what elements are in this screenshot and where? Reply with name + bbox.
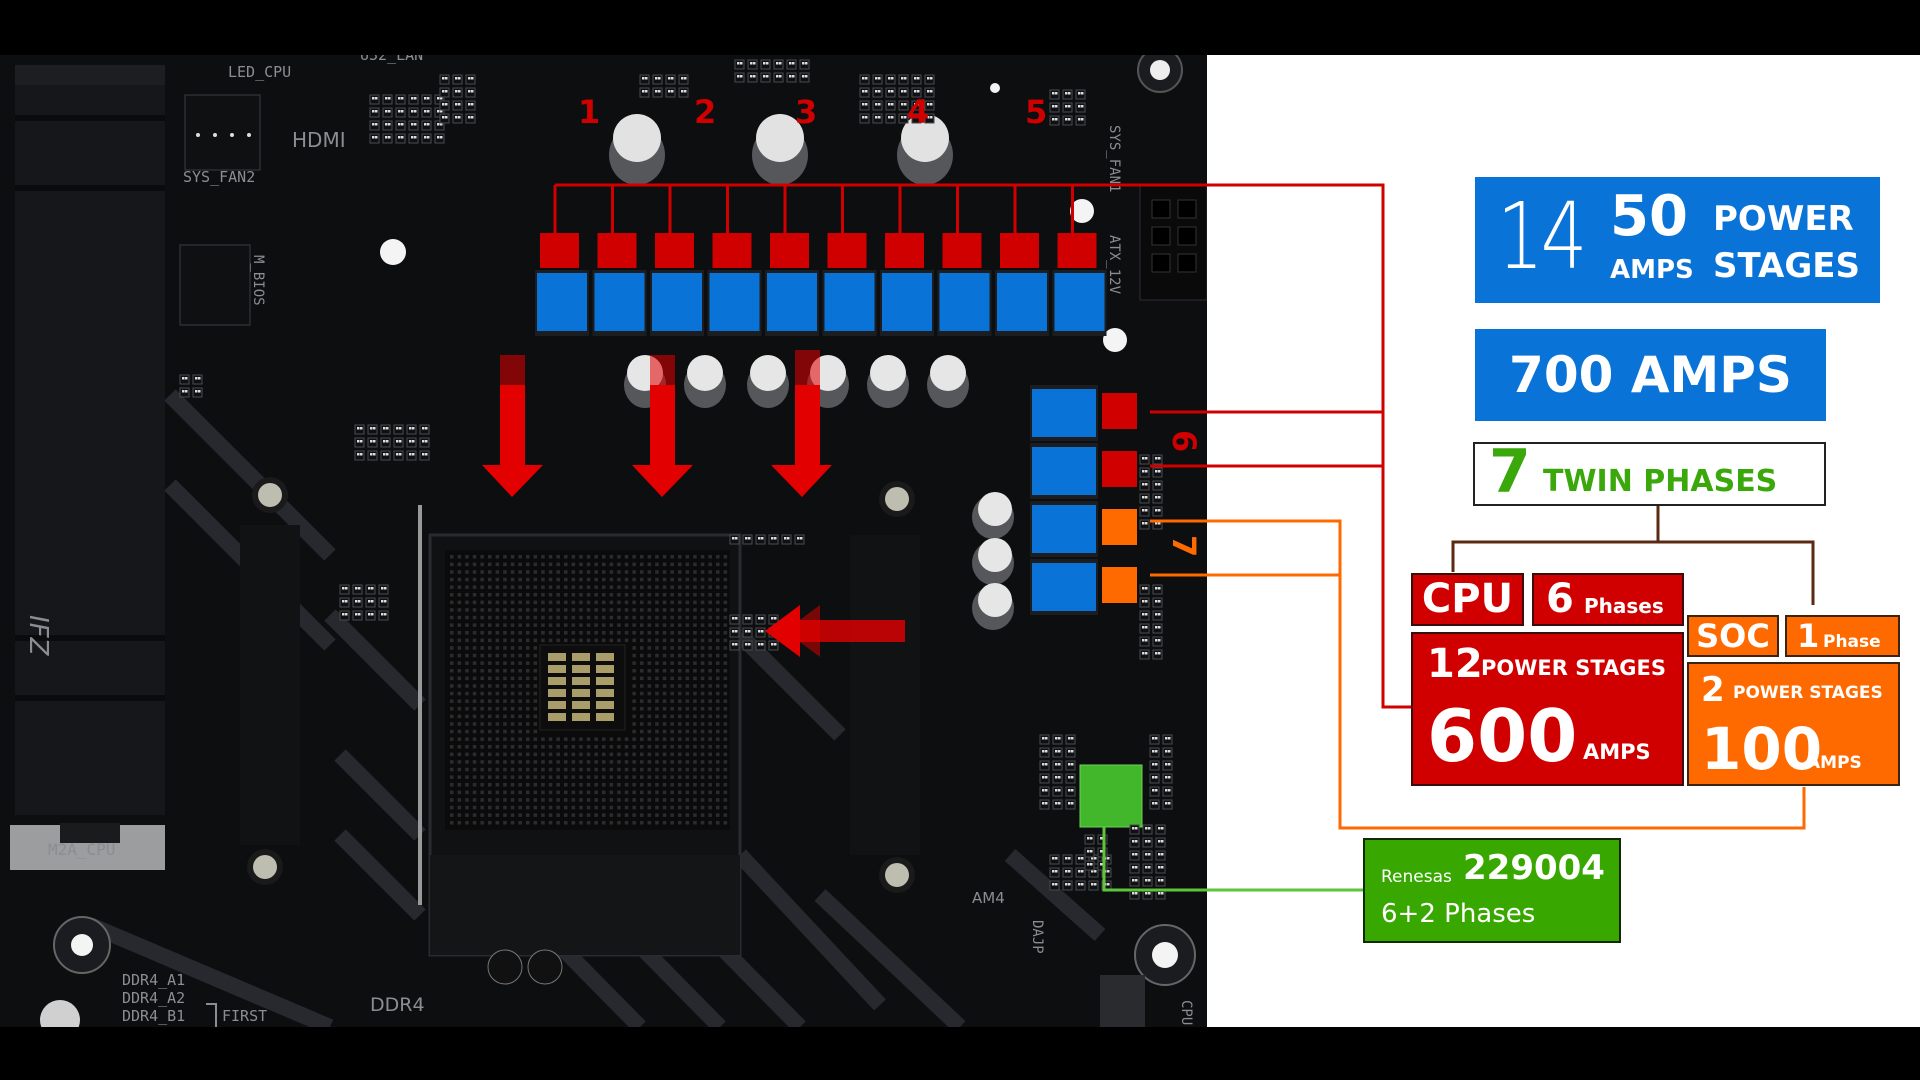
headline-power-stages-box: 14 50 AMPS POWER STAGES xyxy=(1475,177,1880,303)
soc-label: SOC xyxy=(1696,617,1770,655)
cpu-label-box: CPU xyxy=(1411,573,1524,626)
headline-label-stages: STAGES xyxy=(1713,246,1860,286)
soc-amps-unit: AMPS xyxy=(1807,753,1862,773)
cpu-phases-box: 6 Phases xyxy=(1532,573,1684,626)
controller-brand: Renesas xyxy=(1381,867,1452,887)
soc-amps-value: 100 xyxy=(1701,715,1823,783)
twin-phases-box: 7 TWIN PHASES xyxy=(1473,437,1826,507)
headline-label-power: POWER xyxy=(1713,199,1854,239)
cpu-phases-count: 6 xyxy=(1546,576,1574,622)
total-amps-box: 700 AMPS xyxy=(1475,329,1826,421)
pwm-controller-box: Renesas 229004 6+2 Phases xyxy=(1363,838,1621,943)
connector-lines xyxy=(1102,183,1815,892)
controller-model: 229004 xyxy=(1463,848,1605,888)
power-stage-count: 14 xyxy=(1497,183,1587,290)
cpu-stages-count: 12 xyxy=(1427,641,1483,687)
amps-per-stage-unit: AMPS xyxy=(1610,255,1694,285)
total-amps-value: 700 AMPS xyxy=(1509,346,1792,404)
soc-label-box: SOC xyxy=(1687,615,1779,657)
cpu-connector-line xyxy=(1207,183,1411,709)
controller-phases: 6+2 Phases xyxy=(1381,899,1536,929)
soc-phases-label: Phase xyxy=(1823,632,1881,652)
cpu-stages-box: 12 POWER STAGES 600 AMPS xyxy=(1411,632,1684,786)
cpu-stages-label: POWER STAGES xyxy=(1481,656,1667,680)
soc-stages-box: 2 POWER STAGES 100 AMPS xyxy=(1687,662,1900,786)
soc-stages-count: 2 xyxy=(1701,670,1725,710)
soc-phases-box: 1 Phase xyxy=(1785,615,1900,657)
cpu-phases-label: Phases xyxy=(1584,594,1664,618)
twin-phase-count: 7 xyxy=(1489,437,1531,507)
cpu-label: CPU xyxy=(1421,576,1514,622)
controller-connector-line xyxy=(1102,827,1363,892)
cpu-amps-value: 600 xyxy=(1427,694,1578,778)
soc-phases-count: 1 xyxy=(1797,617,1820,655)
cpu-amps-unit: AMPS xyxy=(1583,740,1651,764)
twin-phase-label: TWIN PHASES xyxy=(1543,464,1778,499)
soc-stages-label: POWER STAGES xyxy=(1733,683,1883,703)
amps-per-stage-value: 50 xyxy=(1610,184,1688,249)
